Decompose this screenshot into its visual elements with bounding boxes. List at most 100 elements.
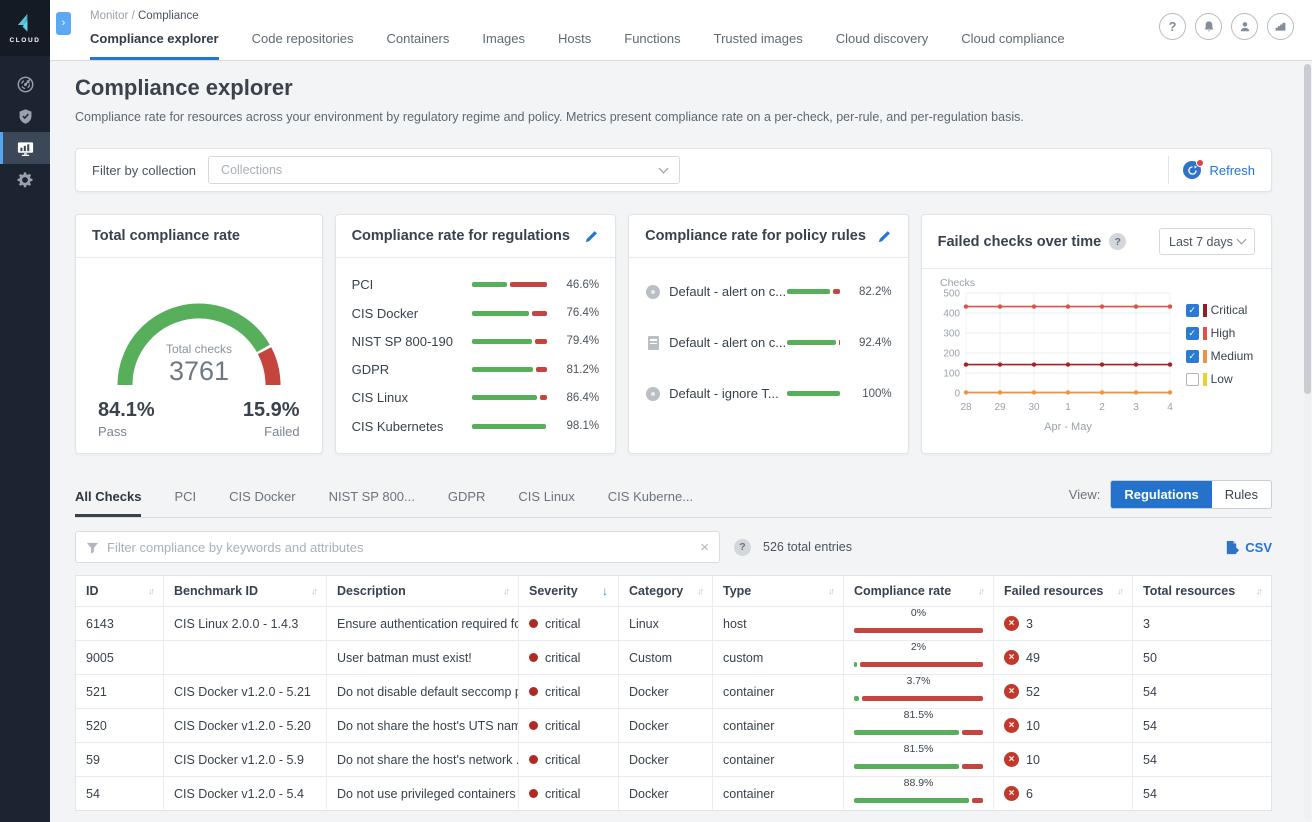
header-tab-containers[interactable]: Containers bbox=[387, 31, 450, 60]
view-label: View: bbox=[1069, 487, 1101, 502]
legend-label: Medium bbox=[1211, 349, 1254, 363]
table-tab-all-checks[interactable]: All Checks bbox=[75, 481, 141, 517]
sidebar-item-manage[interactable] bbox=[0, 164, 50, 196]
view-option-rules[interactable]: Rules bbox=[1212, 481, 1271, 508]
table-tab-cis-linux[interactable]: CIS Linux bbox=[518, 481, 574, 517]
table-tab-cis-kuberne[interactable]: CIS Kuberne... bbox=[608, 481, 693, 517]
legend-item-critical[interactable]: ✓Critical bbox=[1186, 303, 1254, 317]
cell-type: container bbox=[713, 743, 844, 776]
table-tab-nist-sp-800[interactable]: NIST SP 800... bbox=[329, 481, 415, 517]
header-tab-functions[interactable]: Functions bbox=[624, 31, 680, 60]
regulation-row-cis-linux[interactable]: CIS Linux86.4% bbox=[352, 390, 600, 405]
view-option-regulations[interactable]: Regulations bbox=[1111, 481, 1211, 508]
notifications-bell-icon[interactable] bbox=[1195, 13, 1222, 40]
sort-icons[interactable]: ↓↑ bbox=[148, 586, 153, 596]
table-tab-gdpr[interactable]: GDPR bbox=[448, 481, 486, 517]
user-icon[interactable] bbox=[1231, 13, 1258, 40]
compliance-filter-input[interactable] bbox=[107, 540, 692, 555]
sidebar-item-radar[interactable] bbox=[0, 68, 50, 100]
policy-rule-row[interactable]: Default - ignore T...100% bbox=[645, 386, 892, 401]
person-icon bbox=[1238, 20, 1252, 34]
legend-item-low[interactable]: Low bbox=[1186, 372, 1254, 386]
cell-category: Docker bbox=[619, 709, 713, 742]
header-tab-code-repositories[interactable]: Code repositories bbox=[252, 31, 354, 60]
compliance-percentage: 81.5% bbox=[854, 743, 983, 755]
sort-icons[interactable]: ↓↑ bbox=[828, 586, 833, 596]
table-row[interactable]: 6143CIS Linux 2.0.0 - 1.4.3Ensure authen… bbox=[76, 606, 1271, 640]
sort-icons[interactable]: ↓↑ bbox=[1256, 586, 1261, 596]
column-header-compliance-rate[interactable]: Compliance rate↓↑ bbox=[844, 576, 994, 606]
column-header-severity[interactable]: Severity ↓ bbox=[519, 576, 619, 606]
sort-icons[interactable]: ↓↑ bbox=[311, 586, 316, 596]
regulation-row-cis-docker[interactable]: CIS Docker76.4% bbox=[352, 306, 600, 321]
sort-icons[interactable]: ↓↑ bbox=[697, 586, 702, 596]
edit-pencil-icon[interactable] bbox=[584, 229, 599, 244]
page-scrollbar[interactable] bbox=[1304, 64, 1311, 820]
regulation-row-nist-sp-800-190[interactable]: NIST SP 800-19079.4% bbox=[352, 334, 600, 349]
header-tab-cloud-discovery[interactable]: Cloud discovery bbox=[836, 31, 929, 60]
scrollbar-thumb[interactable] bbox=[1304, 64, 1311, 394]
legend-item-high[interactable]: ✓High bbox=[1186, 326, 1254, 340]
cell-category: Docker bbox=[619, 743, 713, 776]
column-label: Severity bbox=[529, 584, 578, 598]
cell-benchmark-id: CIS Docker v1.2.0 - 5.4 bbox=[164, 777, 327, 810]
column-header-benchmark-id[interactable]: Benchmark ID↓↑ bbox=[164, 576, 327, 606]
table-row[interactable]: 54CIS Docker v1.2.0 - 5.4Do not use priv… bbox=[76, 776, 1271, 810]
sort-icons[interactable]: ↓↑ bbox=[503, 586, 508, 596]
breadcrumb-section[interactable]: Monitor bbox=[90, 10, 128, 22]
header-tab-hosts[interactable]: Hosts bbox=[558, 31, 591, 60]
column-header-description[interactable]: Description↓↑ bbox=[327, 576, 519, 606]
sidebar-item-defend[interactable] bbox=[0, 100, 50, 132]
legend-item-medium[interactable]: ✓ Medium bbox=[1186, 349, 1254, 363]
compliance-bar bbox=[854, 621, 983, 640]
column-header-id[interactable]: ID↓↑ bbox=[76, 576, 164, 606]
checkbox-checked-icon[interactable]: ✓ bbox=[1186, 350, 1199, 363]
header-tab-compliance-explorer[interactable]: Compliance explorer bbox=[90, 31, 219, 60]
checkbox-unchecked-icon[interactable] bbox=[1186, 373, 1199, 386]
sidebar-item-monitor[interactable] bbox=[0, 132, 50, 164]
failed-checks-card: Failed checks over time ? Last 7 days 01… bbox=[921, 214, 1272, 454]
column-header-total-resources[interactable]: Total resources↓↑ bbox=[1133, 576, 1271, 606]
host-icon bbox=[645, 336, 661, 350]
cell-total-resources: 3 bbox=[1133, 607, 1271, 640]
time-range-select[interactable]: Last 7 days bbox=[1159, 228, 1255, 255]
entries-help-icon[interactable]: ? bbox=[734, 539, 751, 556]
refresh-badge-dot bbox=[1196, 159, 1204, 167]
edit-pencil-icon[interactable] bbox=[877, 229, 892, 244]
regulation-row-gdpr[interactable]: GDPR81.2% bbox=[352, 362, 600, 377]
help-circle-icon[interactable]: ? bbox=[1109, 233, 1126, 250]
regulation-row-pci[interactable]: PCI46.6% bbox=[352, 277, 600, 292]
clear-filter-icon[interactable]: × bbox=[700, 539, 709, 556]
policy-rules-card: Compliance rate for policy rules Default… bbox=[628, 214, 909, 454]
table-row[interactable]: 520CIS Docker v1.2.0 - 5.20Do not share … bbox=[76, 708, 1271, 742]
checkbox-checked-icon[interactable]: ✓ bbox=[1186, 327, 1199, 340]
header-tab-cloud-compliance[interactable]: Cloud compliance bbox=[961, 31, 1064, 60]
sort-desc-icon[interactable]: ↓ bbox=[602, 584, 608, 598]
checkbox-checked-icon[interactable]: ✓ bbox=[1186, 304, 1199, 317]
cell-total-resources: 54 bbox=[1133, 777, 1271, 810]
stats-icon[interactable] bbox=[1267, 13, 1294, 40]
header-tab-images[interactable]: Images bbox=[482, 31, 525, 60]
compliance-percentage: 0% bbox=[854, 607, 983, 619]
app-logo[interactable]: CLOUD bbox=[0, 0, 50, 56]
csv-export-button[interactable]: CSV bbox=[1224, 540, 1272, 555]
column-header-category[interactable]: Category↓↑ bbox=[619, 576, 713, 606]
sidebar-expand-button[interactable]: › bbox=[56, 12, 71, 35]
policy-rule-row[interactable]: Default - alert on c...82.2% bbox=[645, 284, 892, 299]
collections-select[interactable]: Collections bbox=[208, 156, 680, 184]
column-header-type[interactable]: Type↓↑ bbox=[713, 576, 844, 606]
header-tab-trusted-images[interactable]: Trusted images bbox=[714, 31, 803, 60]
table-tab-pci[interactable]: PCI bbox=[174, 481, 196, 517]
refresh-button[interactable]: Refresh bbox=[1168, 156, 1255, 184]
policy-rule-row[interactable]: Default - alert on c...92.4% bbox=[645, 335, 892, 350]
help-icon[interactable]: ? bbox=[1159, 13, 1186, 40]
table-row[interactable]: 9005User batman must exist!criticalCusto… bbox=[76, 640, 1271, 674]
regulation-row-cis-kubernetes[interactable]: CIS Kubernetes98.1% bbox=[352, 419, 600, 434]
regulation-percentage: 81.2% bbox=[555, 364, 599, 376]
table-row[interactable]: 521CIS Docker v1.2.0 - 5.21Do not disabl… bbox=[76, 674, 1271, 708]
sort-icons[interactable]: ↓↑ bbox=[978, 586, 983, 596]
table-tab-cis-docker[interactable]: CIS Docker bbox=[229, 481, 295, 517]
table-row[interactable]: 59CIS Docker v1.2.0 - 5.9Do not share th… bbox=[76, 742, 1271, 776]
sort-icons[interactable]: ↓↑ bbox=[1117, 586, 1122, 596]
column-header-failed-resources[interactable]: Failed resources↓↑ bbox=[994, 576, 1133, 606]
